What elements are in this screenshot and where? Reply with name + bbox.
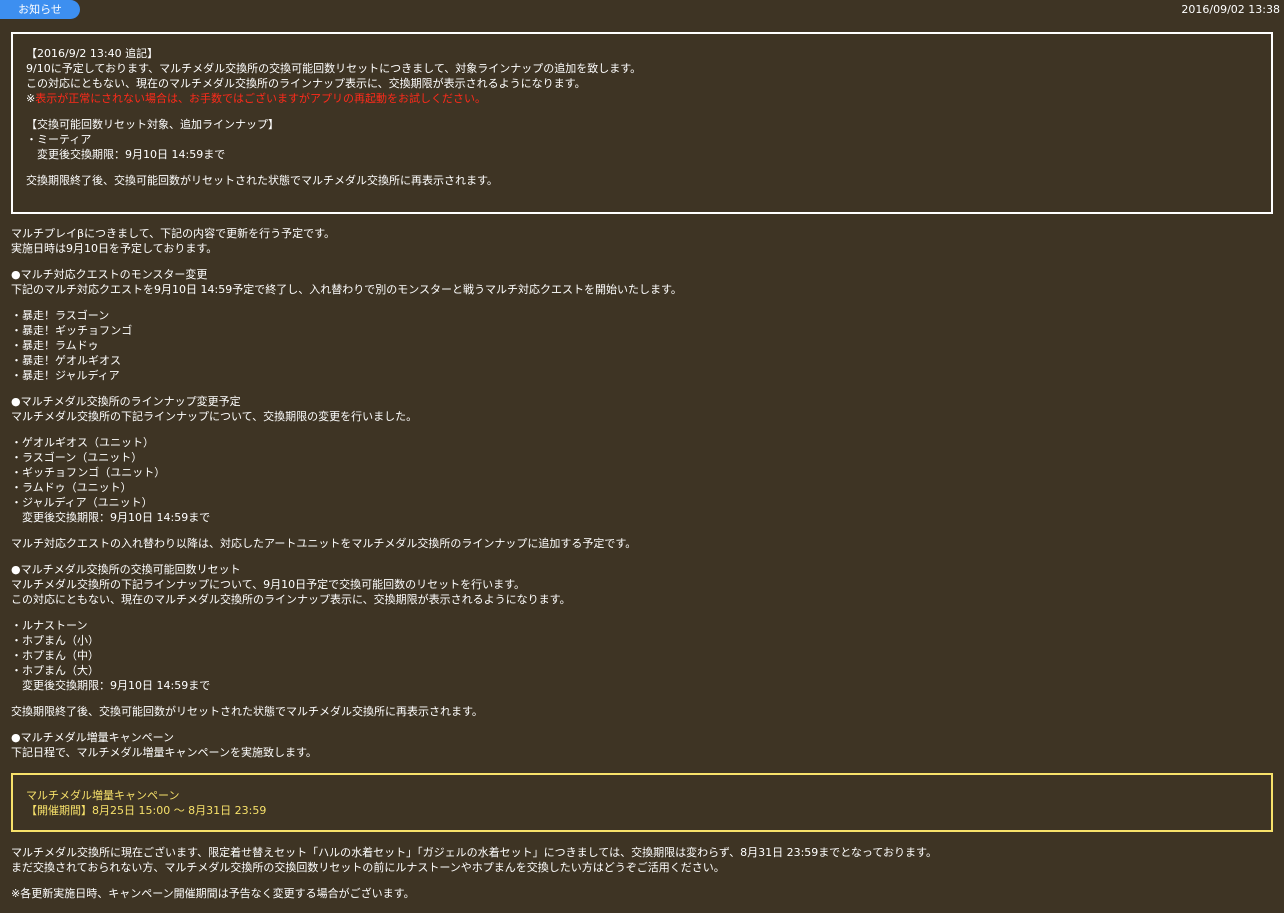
list-item: ・ホプまん（小） — [11, 634, 99, 647]
notice-tab[interactable]: お知らせ — [0, 0, 80, 19]
list-item: ・暴走！ラスゴーン — [11, 309, 110, 322]
section-title: ●マルチメダル交換所の交換可能回数リセット — [11, 563, 241, 576]
addendum-text: この対応にともない、現在のマルチメダル交換所のラインナップ表示に、交換期限が表示… — [26, 77, 586, 90]
post-date: 2016/09/02 13:38 — [1181, 3, 1280, 16]
footer-block: マルチメダル交換所に現在ございます、限定着せ替えセット「ハルの水着セット」「ガジ… — [11, 845, 937, 875]
addendum-warning: ※表示が正常にされない場合は、お手数ではございますがアプリの再起動をお試しくださ… — [26, 91, 641, 106]
section-desc: 下記のマルチ対応クエストを9月10日 14:59予定で終了し、入れ替わりで別のモ… — [11, 283, 682, 296]
list-item: ・ジャルディア（ユニット） — [11, 496, 153, 509]
addendum-deadline: 変更後交換期限：9月10日 14:59まで — [26, 148, 226, 161]
deadline-note: 変更後交換期限：9月10日 14:59まで — [11, 511, 211, 524]
campaign-period: 【開催期間】8月25日 15:00 ～ 8月31日 23:59 — [26, 804, 267, 817]
addendum-content: 【2016/9/2 13:40 追記】 9/10に予定しております、マルチメダル… — [26, 46, 641, 188]
note-text: 交換期限終了後、交換可能回数がリセットされた状態でマルチメダル交換所に再表示され… — [11, 705, 483, 718]
addendum-box: 【2016/9/2 13:40 追記】 9/10に予定しております、マルチメダル… — [11, 32, 1273, 214]
list-item: ・暴走！ラムドゥ — [11, 339, 99, 352]
section-title: ●マルチメダル交換所のラインナップ変更予定 — [11, 395, 241, 408]
list-item: ・暴走！ジャルディア — [11, 369, 120, 382]
section-reset: ●マルチメダル交換所の交換可能回数リセット マルチメダル交換所の下記ラインナップ… — [11, 562, 571, 607]
reset-note: 交換期限終了後、交換可能回数がリセットされた状態でマルチメダル交換所に再表示され… — [11, 704, 483, 719]
section-campaign: ●マルチメダル増量キャンペーン 下記日程で、マルチメダル増量キャンペーンを実施致… — [11, 730, 317, 760]
section-desc: 下記日程で、マルチメダル増量キャンペーンを実施致します。 — [11, 746, 317, 759]
addendum-subheading: 【交換可能回数リセット対象、追加ラインナップ】 — [26, 118, 279, 131]
campaign-content: マルチメダル増量キャンペーン 【開催期間】8月25日 15:00 ～ 8月31日… — [26, 788, 266, 818]
section-desc: マルチメダル交換所の下記ラインナップについて、9月10日予定で交換可能回数のリセ… — [11, 578, 526, 591]
list-item: ・ギッチョフンゴ（ユニット） — [11, 466, 166, 479]
deadline-note: 変更後交換期限：9月10日 14:59まで — [11, 679, 211, 692]
list-item: ・ラスゴーン（ユニット） — [11, 451, 143, 464]
reset-item-list: ・ルナストーン ・ホプまん（小） ・ホプまん（中） ・ホプまん（大） 変更後交換… — [11, 618, 210, 693]
footer-text: マルチメダル交換所に現在ございます、限定着せ替えセット「ハルの水着セット」「ガジ… — [11, 846, 937, 859]
disclaimer: ※各更新実施日時、キャンペーン開催期間は予告なく変更する場合がございます。 — [11, 886, 415, 901]
list-item: ・暴走！ギッチョフンゴ — [11, 324, 133, 337]
warning-text: 表示が正常にされない場合は、お手数ではございますがアプリの再起動をお試しください… — [35, 92, 486, 105]
note-text: マルチ対応クエストの入れ替わり以降は、対応したアートユニットをマルチメダル交換所… — [11, 537, 637, 550]
section-title: ●マルチ対応クエストのモンスター変更 — [11, 268, 208, 281]
addendum-item: ・ミーティア — [26, 133, 92, 146]
monster-quest-list: ・暴走！ラスゴーン ・暴走！ギッチョフンゴ ・暴走！ラムドゥ ・暴走！ゲオルギオ… — [11, 308, 132, 383]
intro-line: 実施日時は9月10日を予定しております。 — [11, 242, 218, 255]
intro-block: マルチプレイβにつきまして、下記の内容で更新を行う予定です。 実施日時は9月10… — [11, 226, 335, 256]
section-monster-change: ●マルチ対応クエストのモンスター変更 下記のマルチ対応クエストを9月10日 14… — [11, 267, 682, 297]
header-bar: お知らせ 2016/09/02 13:38 — [0, 0, 1284, 20]
list-item: ・ホプまん（大） — [11, 664, 99, 677]
addendum-text: 9/10に予定しております、マルチメダル交換所の交換可能回数リセットにつきまして… — [26, 62, 642, 75]
footer-text: まだ交換されておられない方、マルチメダル交換所の交換回数リセットの前にルナストー… — [11, 861, 725, 874]
list-item: ・ホプまん（中） — [11, 649, 99, 662]
warning-mark: ※ — [26, 92, 36, 105]
list-item: ・ゲオルギオス（ユニット） — [11, 436, 154, 449]
list-item: ・ルナストーン — [11, 619, 88, 632]
unit-list: ・ゲオルギオス（ユニット） ・ラスゴーン（ユニット） ・ギッチョフンゴ（ユニット… — [11, 435, 210, 525]
list-item: ・暴走！ゲオルギオス — [11, 354, 121, 367]
campaign-title: マルチメダル増量キャンペーン — [26, 789, 180, 802]
lineup-note: マルチ対応クエストの入れ替わり以降は、対応したアートユニットをマルチメダル交換所… — [11, 536, 636, 551]
addendum-heading: 【2016/9/2 13:40 追記】 — [26, 47, 159, 60]
list-item: ・ラムドゥ（ユニット） — [11, 481, 132, 494]
section-lineup-change: ●マルチメダル交換所のラインナップ変更予定 マルチメダル交換所の下記ラインナップ… — [11, 394, 417, 424]
disclaimer-text: ※各更新実施日時、キャンペーン開催期間は予告なく変更する場合がございます。 — [11, 887, 415, 900]
campaign-box: マルチメダル増量キャンペーン 【開催期間】8月25日 15:00 ～ 8月31日… — [11, 773, 1273, 832]
section-title: ●マルチメダル増量キャンペーン — [11, 731, 175, 744]
section-desc: マルチメダル交換所の下記ラインナップについて、交換期限の変更を行いました。 — [11, 410, 418, 423]
addendum-note: 交換期限終了後、交換可能回数がリセットされた状態でマルチメダル交換所に再表示され… — [26, 174, 498, 187]
section-desc: この対応にともない、現在のマルチメダル交換所のラインナップ表示に、交換期限が表示… — [11, 593, 571, 606]
intro-line: マルチプレイβにつきまして、下記の内容で更新を行う予定です。 — [11, 227, 336, 240]
